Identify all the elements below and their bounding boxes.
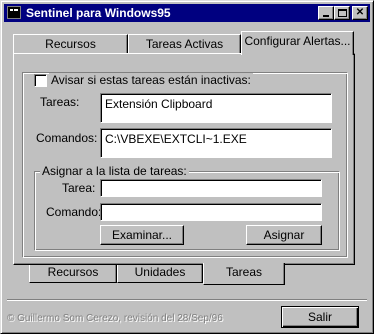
- comandos-field[interactable]: C:\VBEXE\EXTCLI~1.EXE: [100, 128, 332, 158]
- comando-label: Comando:: [46, 205, 102, 219]
- window-title: Sentinel para Windows95: [26, 6, 171, 20]
- maximize-icon: [338, 9, 347, 17]
- close-button[interactable]: ✕: [352, 6, 368, 20]
- copyright-text: © Guillermo Som Cerezo, revisión del 28/…: [7, 313, 223, 324]
- main-window: Sentinel para Windows95 ✕ Recursos Tarea…: [0, 0, 374, 334]
- maximize-button[interactable]: [334, 6, 350, 20]
- tab-configurar-alertas[interactable]: Configurar Alertas...: [241, 31, 354, 55]
- comandos-label: Comandos:: [36, 131, 98, 145]
- tab-tareas-activas[interactable]: Tareas Activas: [128, 34, 241, 54]
- tarea-label: Tarea:: [62, 181, 96, 195]
- tab-recursos[interactable]: Recursos: [13, 34, 128, 54]
- assign-button[interactable]: Asignar: [246, 225, 322, 245]
- inactive-alert-label: Avisar si estas tareas están inactivas:: [49, 73, 253, 87]
- tareas-label: Tareas:: [40, 95, 80, 109]
- comando-input[interactable]: [100, 203, 322, 221]
- close-icon: ✕: [355, 7, 365, 18]
- app-icon[interactable]: [7, 6, 21, 19]
- tareas-field[interactable]: Extensión Clipboard: [100, 93, 332, 123]
- minimize-icon: [323, 15, 329, 17]
- footer-divider: [7, 299, 367, 301]
- bottom-tab-tareas[interactable]: Tareas: [203, 263, 285, 285]
- tarea-input[interactable]: [100, 179, 322, 197]
- assign-group-title: Asignar a la lista de tareas:: [40, 164, 189, 178]
- browse-button[interactable]: Examinar...: [100, 225, 184, 245]
- minimize-button[interactable]: [318, 6, 334, 20]
- title-bar[interactable]: Sentinel para Windows95 ✕: [4, 4, 370, 22]
- inactive-alert-checkbox[interactable]: [34, 74, 47, 87]
- bottom-tab-unidades[interactable]: Unidades: [117, 263, 203, 283]
- alerts-panel: Avisar si estas tareas están inactivas: …: [13, 53, 355, 265]
- exit-button[interactable]: Salir: [281, 306, 359, 328]
- bottom-tab-recursos[interactable]: Recursos: [29, 263, 117, 283]
